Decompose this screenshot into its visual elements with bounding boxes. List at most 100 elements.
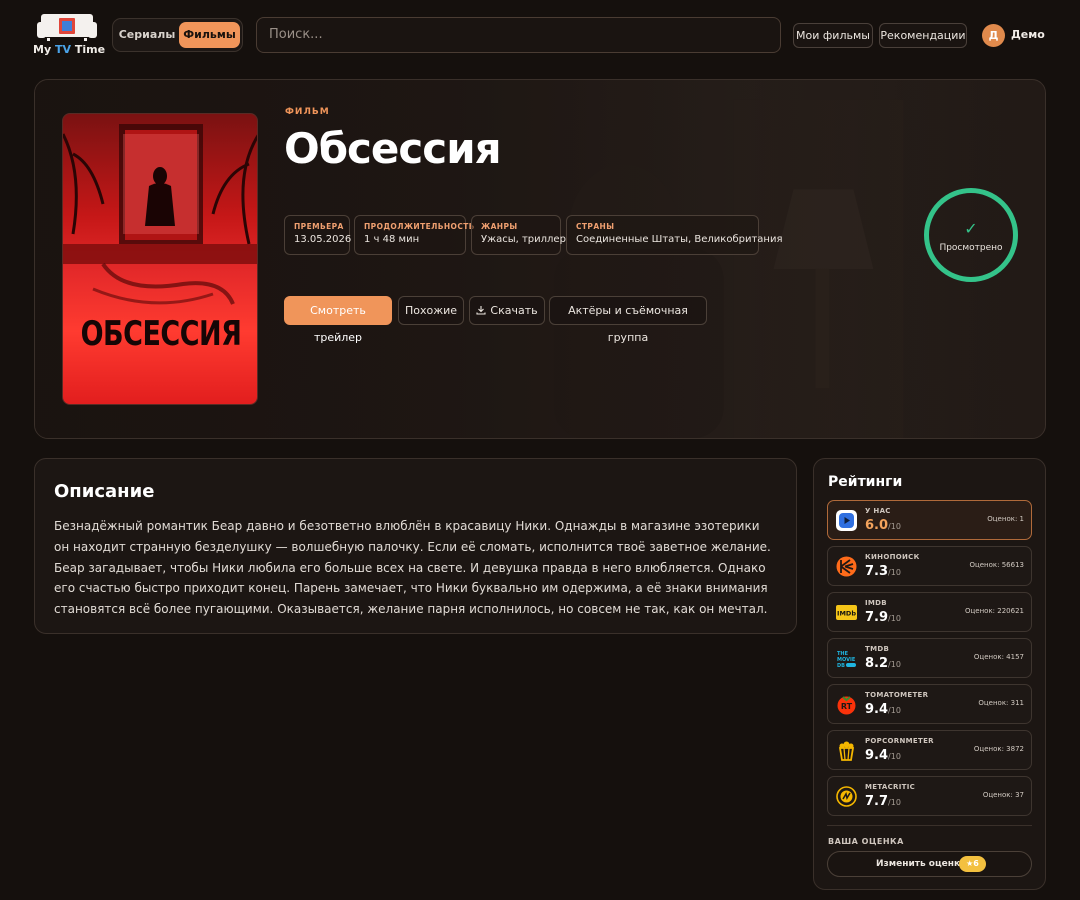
movie-poster: ОБСЕССИЯ [62,113,258,405]
your-rating-label: ВАША ОЦЕНКА [828,837,904,846]
rating-source: TOMATOMETER [865,691,929,699]
rating-source: IMDB [865,599,887,607]
rating-value-number: 9.4 [865,748,889,763]
ratings-panel: Рейтинги У НАС 6.0/10 Оценок: 1 КИНОПОИС… [813,458,1046,890]
logo-text-time: Time [74,43,106,56]
rating-source: TMDB [865,645,890,653]
rating-row-imdb: IMDb IMDB 7.9/10 Оценок: 220621 [827,592,1032,632]
svg-text:IMDb: IMDb [837,610,856,618]
ratings-divider [827,825,1032,826]
cast-crew-button[interactable]: Актёры и съёмочная группа [549,296,707,344]
logo-text-tv: TV [54,43,71,56]
rating-value-number: 7.3 [865,564,889,579]
check-icon: ✓ [964,219,978,238]
info-genres-label: ЖАНРЫ [481,222,518,231]
rating-source: POPCORNMETER [865,737,934,745]
user-avatar[interactable]: Д [982,24,1005,47]
info-genres: ЖАНРЫ Ужасы, триллер [471,215,566,255]
info-duration: ПРОДОЛЖИТЕЛЬНОСТЬ 1 ч 48 мин [354,215,475,255]
imdb-icon: IMDb [836,605,857,620]
metacritic-icon [836,786,857,807]
download-button[interactable]: Скачать [469,296,545,325]
rating-row-ours: У НАС 6.0/10 Оценок: 1 [827,500,1032,540]
rating-value-number: 7.7 [865,794,889,809]
change-rating-label: Изменить оценку [876,859,966,869]
sofa-logo-icon [37,14,97,41]
rating-row-tomatometer: RT TOMATOMETER 9.4/10 Оценок: 311 [827,684,1032,724]
rating-value: 8.2/10 [865,656,901,671]
rating-max: /10 [888,706,901,715]
rating-source: У НАС [865,507,891,515]
rating-value-number: 6.0 [865,518,889,533]
rating-row-kinopoisk: КИНОПОИСК 7.3/10 Оценок: 56613 [827,546,1032,586]
movie-hero: ОБСЕССИЯ ФИЛЬМ Обсессия ПРЕМЬЕРА 13.05.2… [34,79,1046,439]
rating-value-number: 8.2 [865,656,889,671]
movie-title: Обсессия [284,124,502,173]
watched-toggle[interactable]: ✓ Просмотрено [924,188,1018,282]
info-premiere-label: ПРЕМЬЕРА [294,222,344,231]
rating-value-number: 9.4 [865,702,889,717]
info-countries: СТРАНЫ Соединенные Штаты, Великобритания [566,215,783,255]
info-duration-label: ПРОДОЛЖИТЕЛЬНОСТЬ [364,222,475,231]
rating-source: METACRITIC [865,783,916,791]
tomato-icon: RT [837,696,856,715]
description-card: Описание Безнадёжный романтик Беар давно… [34,458,797,634]
info-premiere: ПРЕМЬЕРА 13.05.2026 [284,215,352,255]
rating-value: 7.9/10 [865,610,901,625]
watch-trailer-button[interactable]: Смотреть трейлер [284,296,392,344]
user-name[interactable]: Демо [1011,28,1045,41]
rating-count: Оценок: 311 [978,699,1024,707]
rating-max: /10 [888,752,901,761]
your-rating-badge: ★6 [959,856,986,872]
info-duration-value: 1 ч 48 мин [364,234,420,245]
svg-text:RT: RT [841,702,853,711]
search-input[interactable]: Поиск... [256,17,781,53]
rating-value: 6.0/10 [865,518,901,533]
app-logo[interactable]: My TV Time [33,12,105,58]
rating-count: Оценок: 56613 [969,561,1024,569]
films-tab[interactable]: Фильмы [179,22,240,48]
ratings-title: Рейтинги [828,474,903,490]
info-premiere-value: 13.05.2026 [294,234,352,245]
download-icon [476,306,486,315]
rating-row-popcornmeter: POPCORNMETER 9.4/10 Оценок: 3872 [827,730,1032,770]
tmdb-icon: THE MOVIE DB [837,651,856,669]
info-genres-value: Ужасы, триллер [481,234,566,245]
watched-label: Просмотрено [939,243,1003,253]
rating-source: КИНОПОИСК [865,553,920,561]
rating-row-tmdb: THE MOVIE DB TMDB 8.2/10 Оценок: 4157 [827,638,1032,678]
rating-count: Оценок: 220621 [965,607,1024,615]
rating-count: Оценок: 1 [987,515,1024,523]
recommendations-button[interactable]: Рекомендации [879,23,967,48]
rating-max: /10 [888,614,901,623]
rating-value: 9.4/10 [865,748,901,763]
info-countries-label: СТРАНЫ [576,222,615,231]
change-rating-button[interactable]: Изменить оценку ★6 [827,851,1032,877]
logo-text: My TV Time [33,43,105,56]
popcorn-icon [838,741,855,761]
rating-row-metacritic: METACRITIC 7.7/10 Оценок: 37 [827,776,1032,816]
rating-max: /10 [888,568,901,577]
mode-switch: Сериалы Фильмы [112,18,243,52]
play-icon [836,510,857,531]
description-title: Описание [54,481,155,502]
similar-button[interactable]: Похожие [398,296,464,325]
rating-value: 7.3/10 [865,564,901,579]
rating-value: 7.7/10 [865,794,901,809]
my-films-button[interactable]: Мои фильмы [793,23,873,48]
kinopoisk-icon [836,556,857,577]
download-button-label: Скачать [490,304,538,317]
rating-max: /10 [888,660,901,669]
logo-text-my: My [33,43,52,56]
rating-count: Оценок: 3872 [973,745,1024,753]
your-rating-value: 6 [973,859,979,868]
series-tab[interactable]: Сериалы [117,22,177,48]
rating-value-number: 7.9 [865,610,889,625]
poster-art [63,124,257,305]
rating-count: Оценок: 4157 [973,653,1024,661]
info-countries-value: Соединенные Штаты, Великобритания [576,234,783,245]
rating-count: Оценок: 37 [982,791,1024,799]
svg-text:DB: DB [837,663,845,669]
top-header: My TV Time Сериалы Фильмы Поиск... Мои ф… [0,0,1080,70]
movie-type-label: ФИЛЬМ [285,107,330,117]
